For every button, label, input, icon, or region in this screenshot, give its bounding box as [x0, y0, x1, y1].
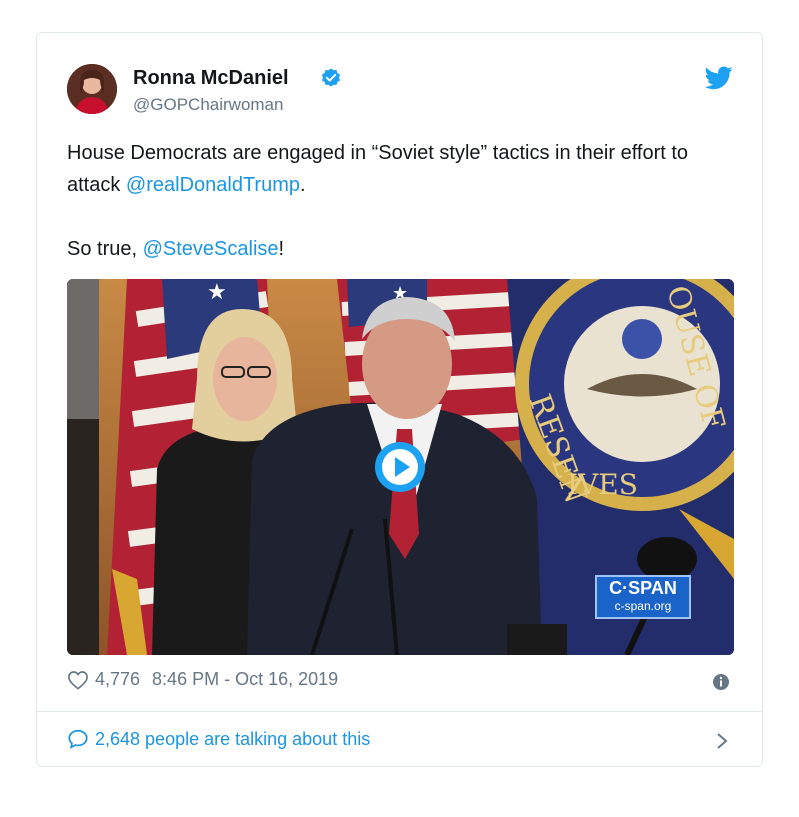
- play-icon[interactable]: [374, 441, 426, 493]
- verified-badge-icon: [321, 68, 341, 87]
- tweet-meta: 4,776 8:46 PM - Oct 16, 2019: [67, 669, 338, 690]
- twitter-bird-icon[interactable]: [705, 66, 733, 90]
- like-count[interactable]: 4,776: [95, 669, 140, 690]
- talking-text[interactable]: 2,648 people are talking about this: [95, 729, 370, 750]
- divider: [37, 711, 762, 712]
- tweet-text-part: So true,: [67, 238, 143, 260]
- cspan-watermark: C·SPAN c-span.org: [595, 575, 691, 619]
- tweet-line-1: House Democrats are engaged in “Soviet s…: [67, 137, 737, 201]
- video-media[interactable]: ★ ★ RESEN OUSE OF IVES C·SPAN c-span.org: [67, 279, 734, 655]
- mention-stevescalise[interactable]: @SteveScalise: [143, 238, 279, 260]
- watermark-title: C·SPAN: [609, 578, 677, 598]
- tweet-card[interactable]: Ronna McDaniel @GOPChairwoman House Demo…: [36, 32, 763, 767]
- watermark-url: c-span.org: [614, 599, 672, 613]
- timestamp[interactable]: 8:46 PM - Oct 16, 2019: [152, 669, 338, 690]
- svg-text:★: ★: [207, 280, 227, 305]
- reply-bubble-icon: [68, 729, 88, 749]
- svg-text:IVES: IVES: [567, 468, 638, 501]
- heart-icon[interactable]: [67, 670, 89, 690]
- tweet-text-end: !: [278, 238, 285, 260]
- display-name[interactable]: Ronna McDaniel: [133, 67, 289, 90]
- conversation-link[interactable]: 2,648 people are talking about this: [67, 728, 370, 750]
- tweet-line-2: So true, @SteveScalise!: [67, 233, 737, 265]
- tweet-text-end: .: [300, 174, 306, 196]
- user-handle[interactable]: @GOPChairwoman: [133, 95, 283, 115]
- avatar[interactable]: [67, 64, 117, 114]
- tweet-text: House Democrats are engaged in “Soviet s…: [67, 137, 737, 265]
- mention-realdonaldtrump[interactable]: @realDonaldTrump: [126, 174, 300, 196]
- chevron-right-icon[interactable]: [715, 731, 729, 751]
- info-icon[interactable]: [712, 673, 730, 691]
